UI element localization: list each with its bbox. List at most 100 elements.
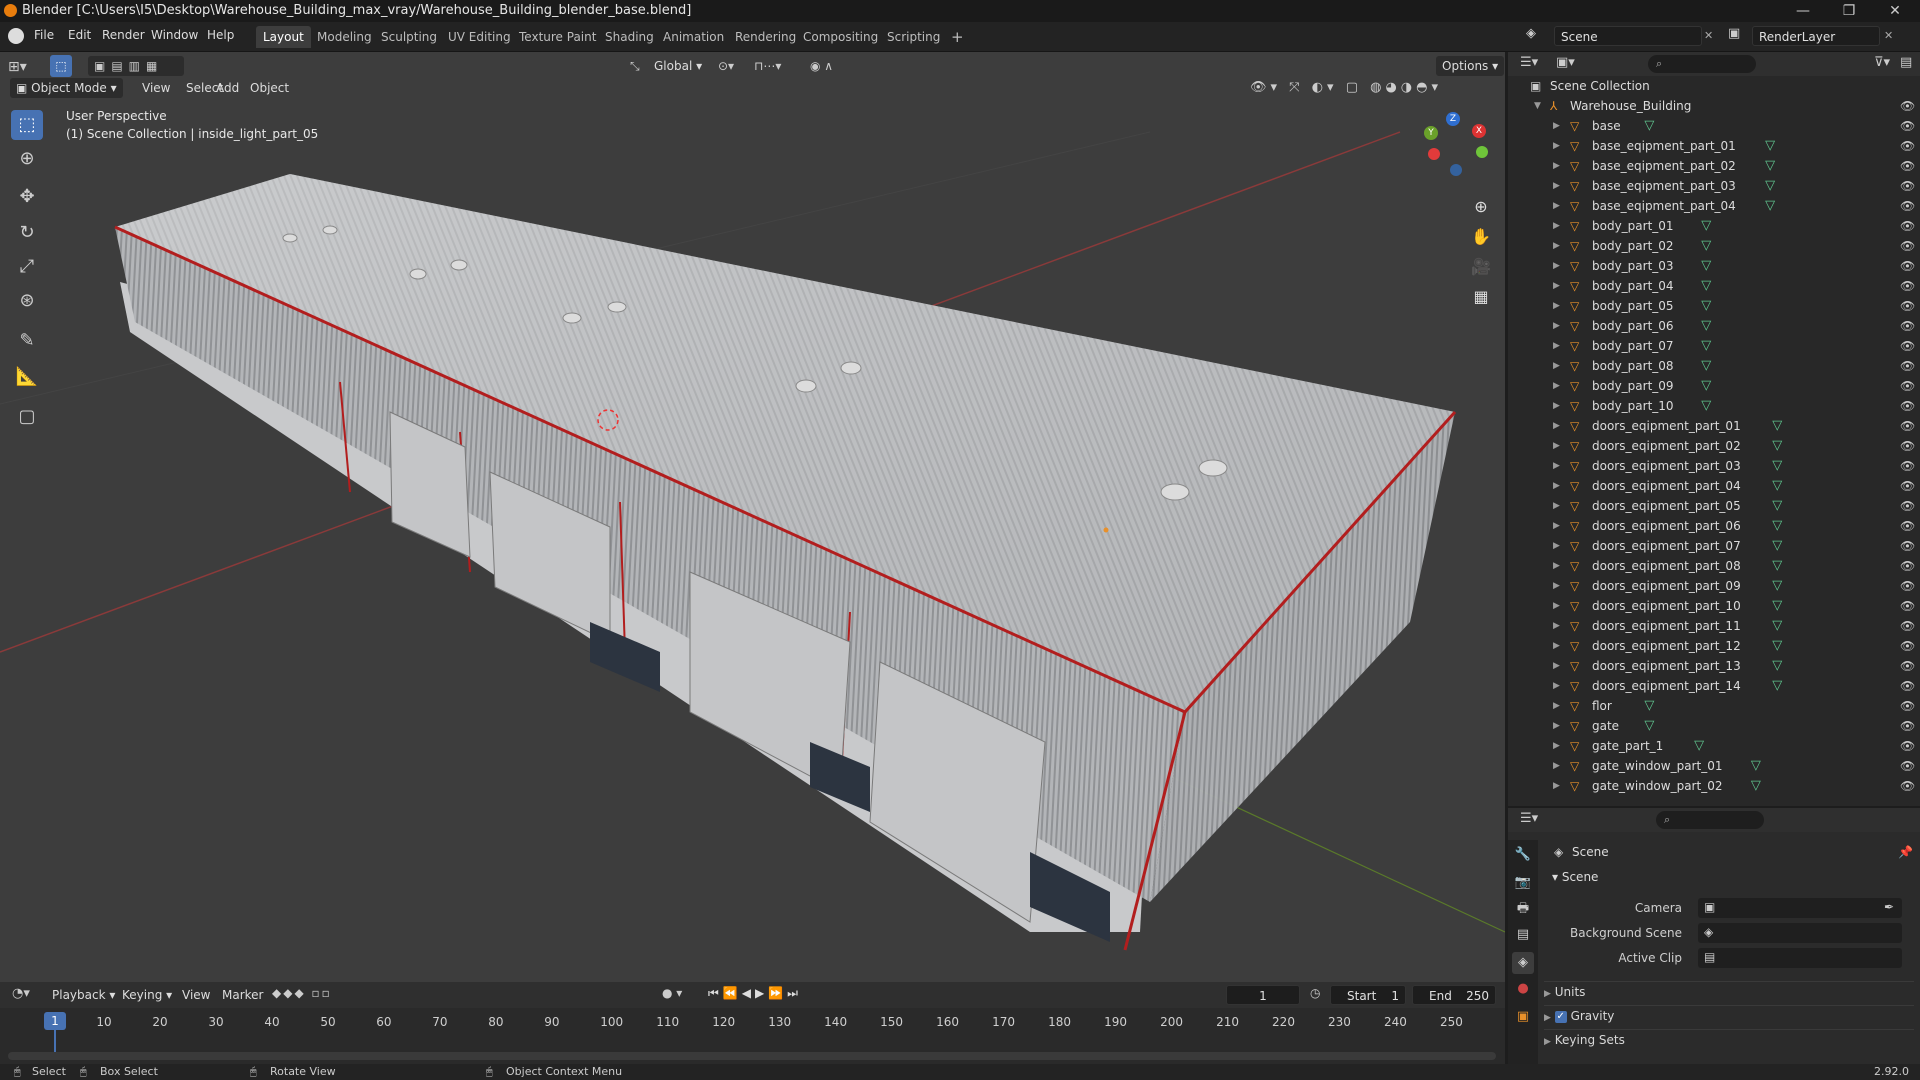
expand-toggle[interactable]: ▶	[1553, 136, 1560, 156]
viewport-menu-add[interactable]: Add	[210, 78, 245, 98]
mesh-data-icon[interactable]: ▽	[1701, 356, 1711, 376]
mesh-data-icon[interactable]: ▽	[1644, 696, 1654, 716]
mesh-data-icon[interactable]: ▽	[1772, 536, 1782, 556]
mesh-data-icon[interactable]: ▽	[1765, 156, 1775, 176]
render-tab-icon[interactable]: 📷	[1512, 872, 1534, 894]
eye-icon[interactable]: 👁	[1900, 596, 1915, 616]
outliner-item-base-eqipment-part-02[interactable]: ▶ ▽ base_eqipment_part_02 ▽ 👁	[1508, 156, 1920, 176]
outliner-item-doors-eqipment-part-02[interactable]: ▶ ▽ doors_eqipment_part_02 ▽ 👁	[1508, 436, 1920, 456]
object-tab-icon[interactable]: ▣	[1512, 1006, 1534, 1028]
editor-type-icon[interactable]: ⊞▾	[8, 56, 42, 78]
outliner-item-base-eqipment-part-01[interactable]: ▶ ▽ base_eqipment_part_01 ▽ 👁	[1508, 136, 1920, 156]
outliner-item-body-part-06[interactable]: ▶ ▽ body_part_06 ▽ 👁	[1508, 316, 1920, 336]
renderlayer-field[interactable]: RenderLayer	[1752, 26, 1880, 46]
expand-toggle[interactable]: ▶	[1553, 116, 1560, 136]
eye-icon[interactable]: 👁	[1900, 416, 1915, 436]
outliner-item-doors-eqipment-part-13[interactable]: ▶ ▽ doors_eqipment_part_13 ▽ 👁	[1508, 656, 1920, 676]
expand-toggle[interactable]: ▶	[1553, 256, 1560, 276]
tab-compositing[interactable]: Compositing	[796, 26, 885, 48]
tab-texture-paint[interactable]: Texture Paint	[512, 26, 603, 48]
mesh-data-icon[interactable]: ▽	[1772, 636, 1782, 656]
gizmo-neg-z[interactable]	[1450, 164, 1462, 176]
tab-rendering[interactable]: Rendering	[728, 26, 803, 48]
gizmo-y[interactable]: Y	[1424, 126, 1438, 140]
mesh-data-icon[interactable]: ▽	[1701, 236, 1711, 256]
add-workspace-button[interactable]: +	[944, 26, 971, 48]
mesh-data-icon[interactable]: ▽	[1772, 436, 1782, 456]
eye-icon[interactable]: 👁	[1900, 556, 1915, 576]
3d-viewport[interactable]: ⊞▾ ⬚ ▣▤▥▦ ⤡ Global ▾ ⊙▾ ⊓⋯▾ ◉ ∧ Options …	[0, 52, 1505, 982]
mesh-data-icon[interactable]: ▽	[1701, 256, 1711, 276]
new-collection-icon[interactable]: ▤	[1900, 55, 1912, 70]
view-layer-tab-icon[interactable]: ▤	[1512, 924, 1534, 946]
eye-icon[interactable]: 👁	[1900, 116, 1915, 136]
outliner-item-doors-eqipment-part-10[interactable]: ▶ ▽ doors_eqipment_part_10 ▽ 👁	[1508, 596, 1920, 616]
menu-help[interactable]: Help	[207, 28, 234, 42]
expand-toggle[interactable]: ▶	[1553, 716, 1560, 736]
warehouse-collection-row[interactable]: ▼ ⅄ Warehouse_Building 👁	[1508, 96, 1920, 116]
eye-icon[interactable]: 👁	[1900, 756, 1915, 776]
scale-tool[interactable]: ⤢	[11, 252, 43, 282]
expand-toggle[interactable]: ▶	[1553, 456, 1560, 476]
eye-icon[interactable]: 👁	[1900, 436, 1915, 456]
measure-tool[interactable]: 📐	[11, 362, 43, 392]
zoom-icon[interactable]: ⊕	[1468, 194, 1494, 220]
outliner-item-doors-eqipment-part-04[interactable]: ▶ ▽ doors_eqipment_part_04 ▽ 👁	[1508, 476, 1920, 496]
tab-sculpting[interactable]: Sculpting	[374, 26, 444, 48]
menu-window[interactable]: Window	[151, 28, 198, 42]
expand-toggle[interactable]: ▶	[1553, 636, 1560, 656]
mesh-data-icon[interactable]: ▽	[1772, 516, 1782, 536]
output-tab-icon[interactable]: 🖶	[1512, 898, 1534, 920]
eye-icon[interactable]: 👁	[1900, 336, 1915, 356]
outliner-item-gate-window-part-02[interactable]: ▶ ▽ gate_window_part_02 ▽ 👁	[1508, 776, 1920, 796]
properties-search-input[interactable]: ⌕	[1656, 811, 1764, 829]
transform-orientation-dropdown[interactable]: Global ▾	[648, 56, 708, 76]
camera-field[interactable]: ▣ ✒	[1698, 898, 1902, 918]
outliner-item-body-part-10[interactable]: ▶ ▽ body_part_10 ▽ 👁	[1508, 396, 1920, 416]
mesh-data-icon[interactable]: ▽	[1772, 456, 1782, 476]
eye-icon[interactable]: 👁	[1900, 296, 1915, 316]
mesh-data-icon[interactable]: ▽	[1772, 476, 1782, 496]
viewport-shading-icons[interactable]: 👁▾ ⤧ ◐▾ ▢ ◍◕◑◓▾	[1250, 80, 1490, 100]
eye-icon[interactable]: 👁	[1900, 396, 1915, 416]
expand-toggle[interactable]: ▶	[1553, 316, 1560, 336]
gravity-panel-header[interactable]: ▶ ✓ Gravity	[1544, 1005, 1914, 1025]
expand-toggle[interactable]: ▶	[1553, 496, 1560, 516]
filter-icon[interactable]: ⊽▾	[1874, 55, 1890, 70]
select-tool-icon[interactable]: ⬚	[50, 55, 72, 77]
scene-browse-icon[interactable]: ◈	[1526, 26, 1546, 46]
tab-animation[interactable]: Animation	[656, 26, 731, 48]
eye-icon[interactable]: 👁	[1900, 376, 1915, 396]
outliner-item-doors-eqipment-part-12[interactable]: ▶ ▽ doors_eqipment_part_12 ▽ 👁	[1508, 636, 1920, 656]
eye-icon[interactable]: 👁	[1900, 136, 1915, 156]
expand-toggle[interactable]: ▶	[1553, 216, 1560, 236]
expand-toggle[interactable]: ▶	[1553, 436, 1560, 456]
blender-menu-icon[interactable]	[8, 28, 24, 44]
mesh-data-icon[interactable]: ▽	[1765, 196, 1775, 216]
outliner-item-doors-eqipment-part-14[interactable]: ▶ ▽ doors_eqipment_part_14 ▽ 👁	[1508, 676, 1920, 696]
expand-toggle[interactable]: ▶	[1553, 476, 1560, 496]
menu-render[interactable]: Render	[102, 28, 145, 42]
eye-icon[interactable]: 👁	[1900, 636, 1915, 656]
mesh-data-icon[interactable]: ▽	[1701, 396, 1711, 416]
outliner-item-flor[interactable]: ▶ ▽ flor ▽ 👁	[1508, 696, 1920, 716]
properties-editor-icon[interactable]: ☰▾	[1520, 811, 1538, 826]
gizmo-neg-y[interactable]	[1476, 146, 1488, 158]
mesh-data-icon[interactable]: ▽	[1701, 296, 1711, 316]
outliner-item-body-part-02[interactable]: ▶ ▽ body_part_02 ▽ 👁	[1508, 236, 1920, 256]
expand-toggle[interactable]: ▶	[1553, 516, 1560, 536]
outliner-item-base-eqipment-part-04[interactable]: ▶ ▽ base_eqipment_part_04 ▽ 👁	[1508, 196, 1920, 216]
eye-icon[interactable]: 👁	[1900, 356, 1915, 376]
eye-icon[interactable]: 👁	[1900, 576, 1915, 596]
eye-icon[interactable]: 👁	[1900, 656, 1915, 676]
camera-view-icon[interactable]: 🎥	[1468, 254, 1494, 280]
mesh-data-icon[interactable]: ▽	[1751, 756, 1761, 776]
outliner-item-base[interactable]: ▶ ▽ base ▽ 👁	[1508, 116, 1920, 136]
pivot-point-icon[interactable]: ⊙▾	[718, 56, 754, 76]
expand-toggle[interactable]: ▶	[1553, 756, 1560, 776]
scene-name-field[interactable]: Scene	[1554, 26, 1702, 46]
outliner-item-doors-eqipment-part-09[interactable]: ▶ ▽ doors_eqipment_part_09 ▽ 👁	[1508, 576, 1920, 596]
expand-toggle[interactable]: ▶	[1553, 676, 1560, 696]
navigation-gizmo[interactable]: Z X Y	[1420, 112, 1490, 182]
eye-icon[interactable]: 👁	[1900, 776, 1915, 796]
